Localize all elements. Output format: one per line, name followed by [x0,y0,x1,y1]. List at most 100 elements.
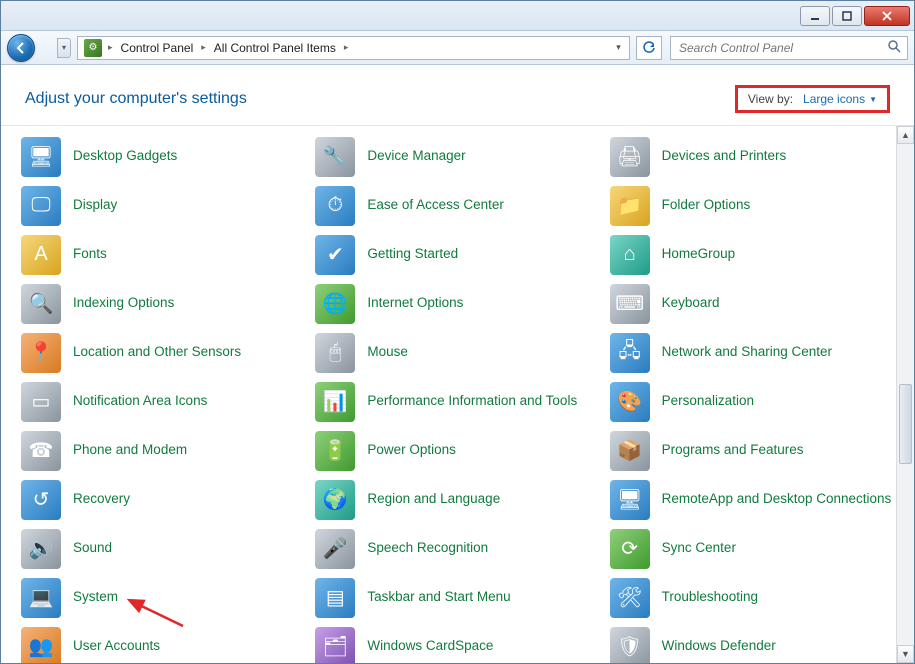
close-button[interactable] [864,6,910,26]
vertical-scrollbar[interactable]: ▲ ▼ [896,126,914,663]
taskbar-start-icon: ▤ [315,578,355,618]
cp-item-label: Notification Area Icons [73,393,207,410]
cp-item-label: Mouse [367,344,408,361]
cp-item-troubleshooting[interactable]: 🛠 Troubleshooting [610,573,904,622]
maximize-button[interactable] [832,6,862,26]
search-input[interactable] [677,40,887,56]
cp-item-region-and-language[interactable]: 🌍Region and Language [315,475,609,524]
refresh-button[interactable] [636,36,662,60]
devices-printers-icon: 🖨 [610,137,650,177]
cp-item-label: Speech Recognition [367,540,488,557]
grid-wrap: 🖥Desktop Gadgets🔧 Device Manager 🖨 Devices … [1,126,914,663]
minimize-button[interactable] [800,6,830,26]
cp-item-location-and-other-sensors[interactable]: 📍Location and Other Sensors [21,328,315,377]
remoteapp-icon: 🖥 [610,480,650,520]
control-panel-icon: ⚙ [84,39,102,57]
desktop-gadgets-icon: 🖥 [21,137,61,177]
cp-item-taskbar-and-start-menu[interactable]: ▤Taskbar and Start Menu [315,573,609,622]
breadcrumb-arrow-icon[interactable]: ▸ [106,42,115,53]
cp-item-user-accounts[interactable]: 👥User Accounts [21,622,315,663]
cp-item-remoteapp-and-desktop-connections[interactable]: 🖥RemoteApp and Desktop Connections [610,475,904,524]
cp-item-internet-options[interactable]: 🌐Internet Options [315,279,609,328]
cp-item-label: Performance Information and Tools [367,393,577,410]
breadcrumb-segment-all-items[interactable]: All Control Panel Items [208,41,342,55]
cp-item-label: Sync Center [662,540,736,557]
cp-item-windows-defender[interactable]: 🛡Windows Defender [610,622,904,663]
cp-item-label: Indexing Options [73,295,174,312]
device-manager-icon: 🔧 [315,137,355,177]
cp-item-device-manager[interactable]: 🔧 Device Manager [315,132,609,181]
cp-item-label: Region and Language [367,491,500,508]
scroll-up-button[interactable]: ▲ [897,126,914,144]
nav-history-dropdown[interactable]: ▾ [57,38,71,58]
view-by-dropdown[interactable]: Large icons ▼ [803,92,877,106]
cp-item-fonts[interactable]: AFonts [21,230,315,279]
cp-item-recovery[interactable]: ↺ Recovery [21,475,315,524]
back-button[interactable] [7,34,35,62]
performance-icon: 📊 [315,382,355,422]
cp-item-mouse[interactable]: 🖱Mouse [315,328,609,377]
cp-item-label: Windows CardSpace [367,638,493,655]
cp-item-personalization[interactable]: 🎨Personalization [610,377,904,426]
cp-item-sync-center[interactable]: ⟳Sync Center [610,524,904,573]
search-box[interactable] [670,36,908,60]
cp-item-speech-recognition[interactable]: 🎤Speech Recognition [315,524,609,573]
cp-item-sound[interactable]: 🔊Sound [21,524,315,573]
scroll-thumb[interactable] [899,384,912,464]
display-icon: 🖵 [21,186,61,226]
power-options-icon: 🔋 [315,431,355,471]
cp-item-label: Device Manager [367,148,465,165]
scroll-down-button[interactable]: ▼ [897,645,914,663]
cp-item-system[interactable]: 💻System [21,573,315,622]
chevron-down-icon: ▼ [869,95,877,104]
cp-item-indexing-options[interactable]: 🔍 Indexing Options [21,279,315,328]
cp-item-label: Devices and Printers [662,148,787,165]
cp-item-ease-of-access-center[interactable]: ⏱Ease of Access Center [315,181,609,230]
cp-item-label: Display [73,197,117,214]
getting-started-icon: ✔ [315,235,355,275]
cp-item-folder-options[interactable]: 📁Folder Options [610,181,904,230]
cp-item-programs-and-features[interactable]: 📦 Programs and Features [610,426,904,475]
cp-item-performance-information-and-tools[interactable]: 📊 Performance Information and Tools [315,377,609,426]
cp-item-devices-and-printers[interactable]: 🖨 Devices and Printers [610,132,904,181]
forward-button[interactable] [31,34,59,62]
cp-item-label: Location and Other Sensors [73,344,241,361]
indexing-options-icon: 🔍 [21,284,61,324]
cp-item-label: Sound [73,540,112,557]
cp-item-homegroup[interactable]: ⌂HomeGroup [610,230,904,279]
control-panel-window: ▾ ⚙ ▸ Control Panel ▸ All Control Panel … [0,0,915,664]
windows-cardspace-icon: 🗂 [315,627,355,664]
cp-item-keyboard[interactable]: ⌨Keyboard [610,279,904,328]
cp-item-label: Personalization [662,393,754,410]
page-title: Adjust your computer's settings [25,90,735,108]
breadcrumb-arrow-icon[interactable]: ▸ [342,42,351,53]
fonts-icon: A [21,235,61,275]
recovery-icon: ↺ [21,480,61,520]
items-grid: 🖥Desktop Gadgets🔧 Device Manager 🖨 Devices … [1,126,914,663]
cp-item-display[interactable]: 🖵 Display [21,181,315,230]
cp-item-desktop-gadgets[interactable]: 🖥Desktop Gadgets [21,132,315,181]
cp-item-label: Network and Sharing Center [662,344,832,361]
cp-item-label: Troubleshooting [662,589,758,606]
cp-item-label: Programs and Features [662,442,804,459]
cp-item-phone-and-modem[interactable]: ☎Phone and Modem [21,426,315,475]
programs-features-icon: 📦 [610,431,650,471]
troubleshooting-icon: 🛠 [610,578,650,618]
breadcrumb-bar[interactable]: ⚙ ▸ Control Panel ▸ All Control Panel It… [77,36,630,60]
cp-item-notification-area-icons[interactable]: ▭Notification Area Icons [21,377,315,426]
breadcrumb-arrow-icon[interactable]: ▸ [199,42,208,53]
breadcrumb-dropdown[interactable]: ▾ [609,42,627,53]
content-body: Adjust your computer's settings View by:… [1,65,914,663]
cp-item-label: Windows Defender [662,638,776,655]
cp-item-label: Keyboard [662,295,720,312]
cp-item-windows-cardspace[interactable]: 🗂 Windows CardSpace [315,622,609,663]
cp-item-label: Recovery [73,491,130,508]
scroll-track[interactable] [897,144,914,645]
cp-item-getting-started[interactable]: ✔Getting Started [315,230,609,279]
folder-options-icon: 📁 [610,186,650,226]
breadcrumb-segment-control-panel[interactable]: Control Panel [115,41,200,55]
cp-item-power-options[interactable]: 🔋Power Options [315,426,609,475]
cp-item-network-and-sharing-center[interactable]: 🖧Network and Sharing Center [610,328,904,377]
cp-item-label: HomeGroup [662,246,736,263]
system-icon: 💻 [21,578,61,618]
